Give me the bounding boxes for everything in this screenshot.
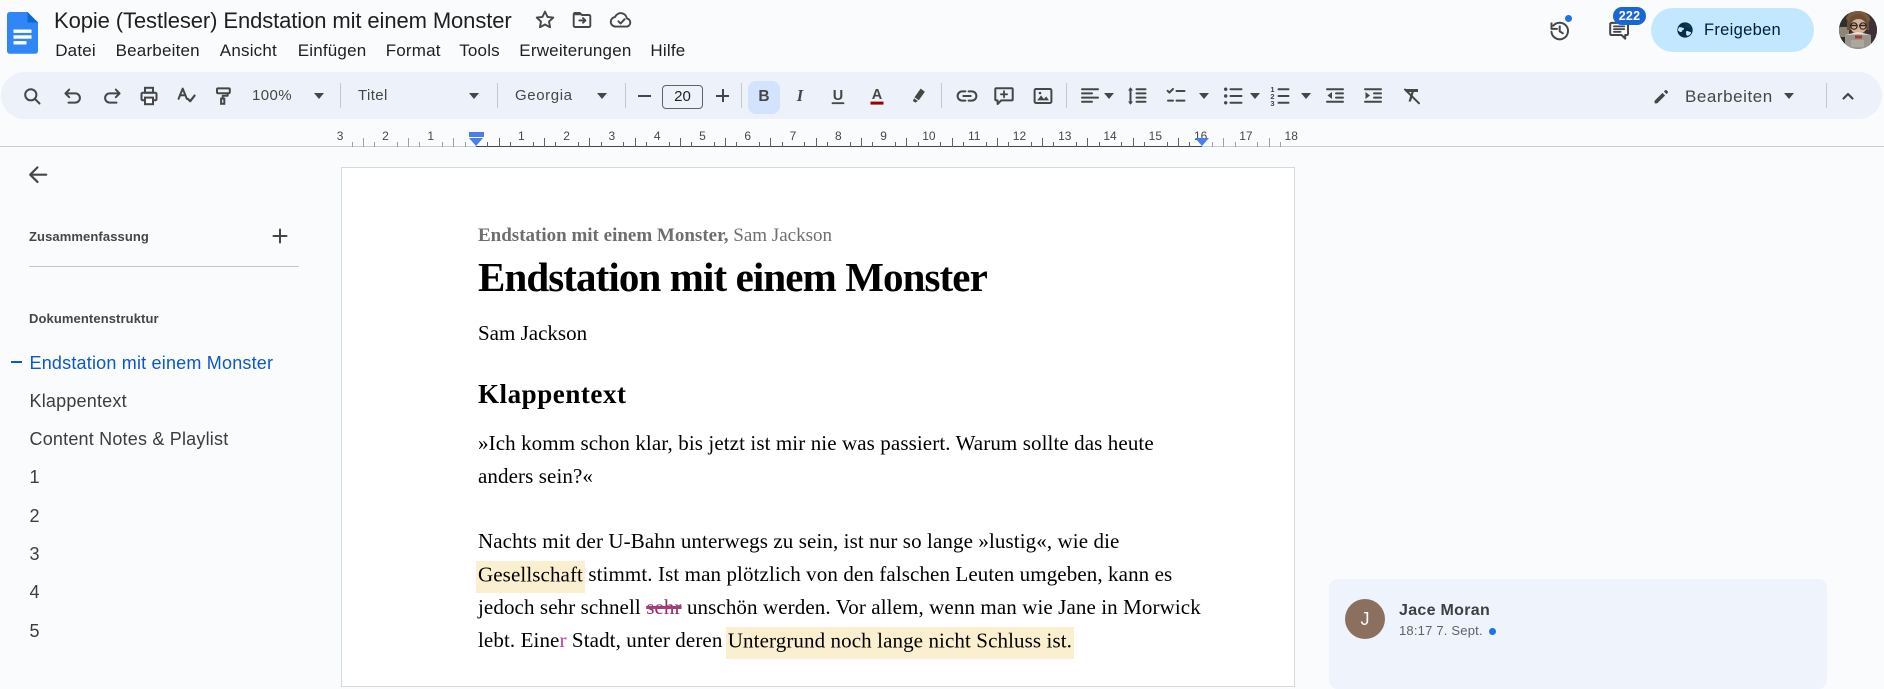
svg-text:3: 3 (1270, 99, 1274, 108)
svg-text:I: I (796, 86, 804, 105)
svg-text:U: U (832, 87, 842, 103)
svg-text:A: A (872, 87, 883, 103)
svg-text:B: B (758, 88, 769, 105)
